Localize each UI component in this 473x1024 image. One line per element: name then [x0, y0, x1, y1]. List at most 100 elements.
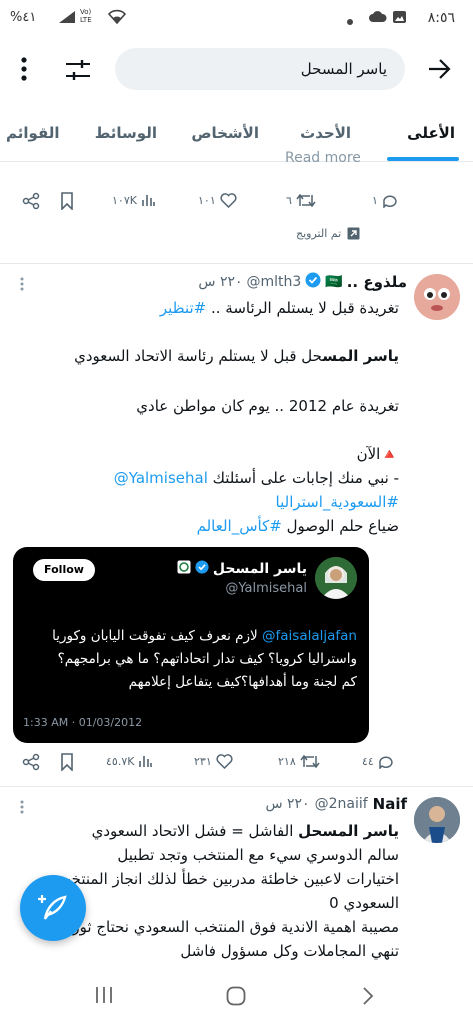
author-handle: @2naiif: [314, 796, 368, 812]
tweet-line: ضياع حلم الوصول #كأس_العالم: [19, 514, 399, 538]
views-count: ٤٥.٧K: [106, 754, 135, 768]
views-metric[interactable]: ١٠٧K: [112, 193, 155, 207]
recent-apps-icon[interactable]: [94, 986, 114, 1008]
avatar[interactable]: [414, 274, 460, 320]
share-button[interactable]: [22, 753, 40, 771]
author-name[interactable]: Naif: [373, 795, 407, 813]
promoted-tweet[interactable]: Read more ١٠٧K ١٠١ ٦ ١ تم الترويج: [0, 150, 473, 262]
reply-button[interactable]: ٤٤: [362, 754, 395, 769]
org-badge-icon: [177, 559, 191, 578]
back-arrow-icon[interactable]: [427, 58, 451, 84]
embedded-tweet-card[interactable]: ياسر المسحل @Yalmisehal Follow @faisalal…: [13, 547, 369, 743]
tweet-time: ٢٢٠ س: [198, 274, 243, 290]
heart-icon: [220, 193, 237, 208]
reply-icon: [379, 756, 393, 769]
compose-button[interactable]: [20, 875, 86, 941]
promoted-label[interactable]: تم الترويج: [296, 227, 360, 240]
embed-text-line: @faisalaljafan لازم نعرف كيف تفوقت الياب…: [21, 625, 357, 648]
highlighted-term: ياسر المس: [322, 347, 399, 365]
tweet-text-segment: الفاشل = فشل الاتحاد السعودي: [91, 822, 299, 840]
views-count: ١٠٧K: [112, 193, 137, 207]
views-icon: [142, 195, 155, 206]
verified-icon: [195, 559, 209, 578]
gallery-icon: [392, 10, 407, 28]
share-icon: [22, 192, 40, 210]
tweet-line: #السعودية_استراليا: [19, 490, 399, 514]
retweet-icon: [296, 193, 316, 208]
filter-icon[interactable]: [64, 58, 92, 86]
embed-text-line: واستراليا كرويا؟ كيف تدار اتحاداتهم؟ ما …: [57, 651, 357, 667]
author-name[interactable]: ملذوع ..: [347, 273, 407, 291]
heart-icon: [216, 754, 233, 769]
views-icon: [139, 756, 153, 767]
promoted-icon: [347, 227, 360, 240]
hashtag-link[interactable]: #كأس_العالم: [197, 517, 282, 535]
search-input[interactable]: [115, 48, 405, 90]
tab-media[interactable]: الوسائط: [95, 124, 157, 142]
tab-latest[interactable]: الأحدث: [300, 124, 351, 142]
author-handle: @mlth3: [246, 274, 302, 290]
tab-lists[interactable]: القوائم: [6, 124, 60, 142]
retweet-button[interactable]: ٦: [286, 193, 316, 208]
like-button[interactable]: ١٠١: [198, 193, 237, 208]
more-vertical-icon[interactable]: [20, 56, 28, 86]
embed-header: ياسر المسحل: [177, 559, 307, 578]
tweet-line: 🔺الآن: [356, 445, 399, 463]
tweet-line: تغريدة قبل لا يستلم الرئاسة .. #تنظير: [19, 296, 399, 320]
bookmark-button[interactable]: [60, 192, 74, 210]
embed-author-name[interactable]: ياسر المسحل: [213, 561, 307, 577]
active-tab-indicator: [387, 157, 459, 161]
tweet-text-segment: - نبي منك إجابات على أسئلتك: [207, 469, 399, 487]
tweet-line: تنهي المجاملات وكل مسؤول فاشل: [180, 942, 399, 960]
bookmark-button[interactable]: [60, 753, 74, 771]
embed-date: 1:33 AM · 01/03/2012: [23, 716, 143, 729]
share-button[interactable]: [22, 192, 40, 210]
likes-count: ٢٣١: [194, 755, 212, 768]
tweet-header: ملذوع .. 🇸🇦 @mlth3 ٢٢٠ س: [198, 272, 407, 292]
battery-percent: %٤١: [10, 10, 37, 25]
cloud-icon: [369, 11, 387, 27]
bookmark-icon: [61, 753, 73, 771]
tab-top[interactable]: الأعلى: [407, 124, 455, 142]
tweet-more-icon[interactable]: [20, 799, 24, 818]
tweet-more-icon[interactable]: [20, 276, 24, 295]
like-button[interactable]: ٢٣١: [194, 754, 233, 769]
tweet-line: ياسر المسحل قبل لا يستلم رئاسة الاتحاد ا…: [19, 344, 399, 368]
mention-link[interactable]: @Yalmisehal: [114, 469, 208, 487]
search-tabs: الأعلى الأحدث الأشخاص الوسائط القوائم: [0, 104, 473, 162]
follow-button[interactable]: Follow: [33, 559, 95, 581]
avatar[interactable]: [414, 797, 460, 843]
flag-icon: 🇸🇦: [325, 274, 343, 290]
tweet-header: Naif @2naiif ٢٢٠ س: [265, 795, 407, 813]
bookmark-icon: [61, 192, 73, 210]
verified-icon: [305, 272, 321, 292]
views-metric[interactable]: ٤٥.٧K: [106, 754, 153, 768]
search-header: [0, 40, 473, 100]
hashtag-link[interactable]: #تنظير: [160, 299, 206, 317]
retweets-count: ٦: [286, 194, 292, 207]
retweets-count: ٢١٨: [278, 755, 296, 768]
likes-count: ١٠١: [198, 194, 216, 207]
system-nav-bar: [0, 972, 473, 1024]
replies-count: ٤٤: [362, 755, 374, 768]
mention-link[interactable]: @faisalaljafan: [262, 628, 357, 644]
network-label: Vo) LTE: [80, 8, 92, 24]
dot-icon: [347, 14, 353, 29]
tweet-line: ياسر المسحل الفاشل = فشل الاتحاد السعودي: [4, 819, 399, 843]
embed-text-segment: لازم نعرف كيف تفوقت اليابان وكوريا: [52, 628, 263, 644]
signal-icon: [58, 10, 76, 28]
back-nav-icon[interactable]: [362, 986, 374, 1010]
embed-avatar[interactable]: [315, 557, 357, 599]
reply-button[interactable]: ١: [372, 193, 399, 208]
home-icon[interactable]: [226, 986, 246, 1010]
replies-count: ١: [372, 194, 378, 207]
status-time: ٨:٥٦: [427, 10, 455, 26]
tweet-line: تغريدة عام 2012 .. يوم كان مواطن عادي: [136, 397, 399, 415]
tweet-time: ٢٢٠ س: [265, 796, 310, 812]
retweet-button[interactable]: ٢١٨: [278, 754, 320, 769]
tweet-text-segment: ضياع حلم الوصول: [281, 517, 399, 535]
hashtag-link[interactable]: #السعودية_استراليا: [276, 493, 399, 511]
tab-people[interactable]: الأشخاص: [191, 124, 259, 142]
tweet-line: - نبي منك إجابات على أسئلتك @Yalmisehal: [19, 466, 399, 490]
tweet-text-segment: تغريدة قبل لا يستلم الرئاسة ..: [206, 299, 399, 317]
